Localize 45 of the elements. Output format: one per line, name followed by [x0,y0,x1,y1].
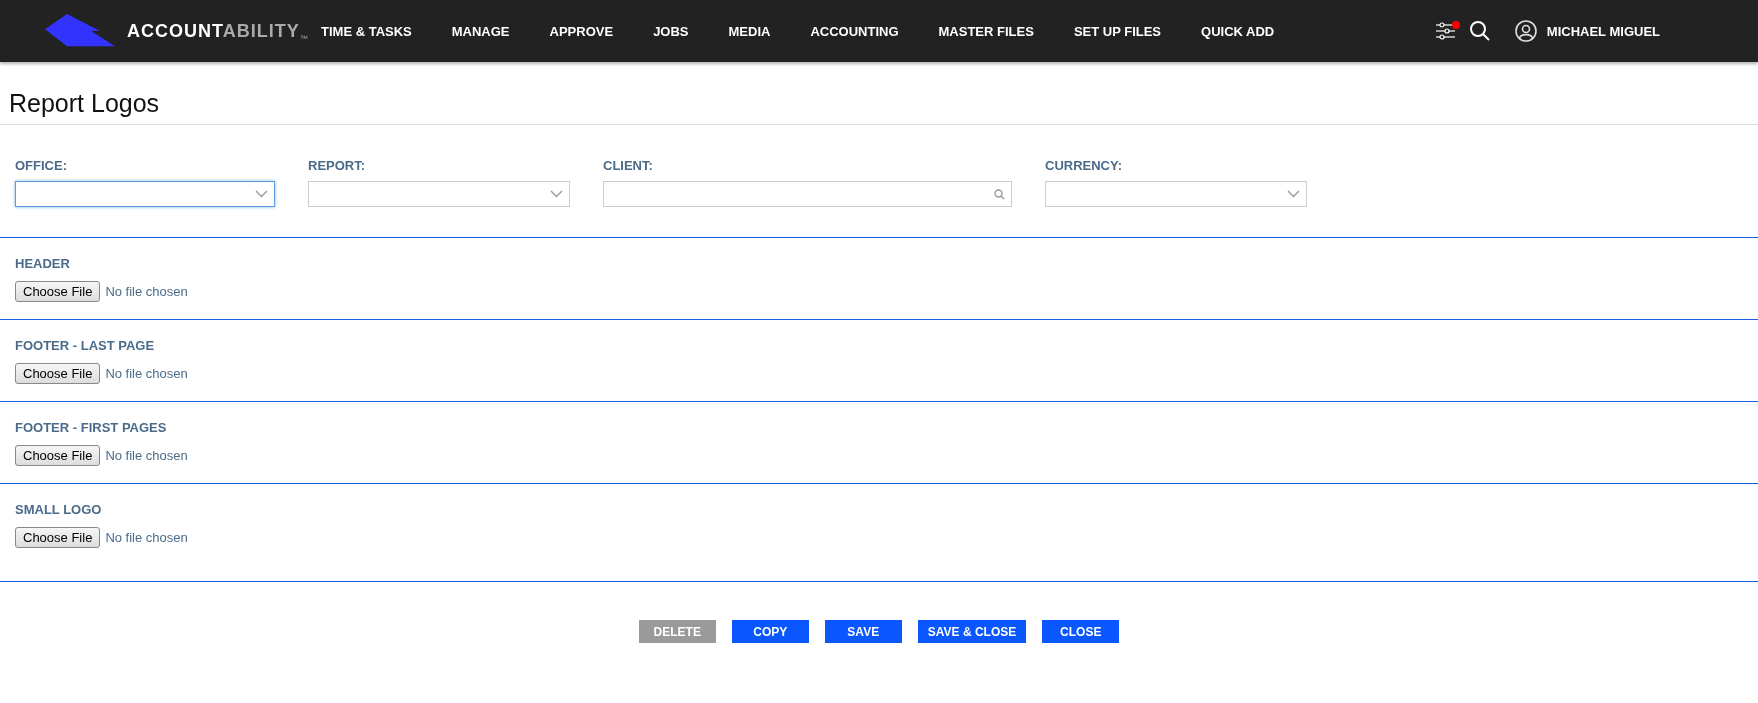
section-label: SMALL LOGO [15,502,103,517]
nav-menu-item[interactable]: MANAGE [451,23,510,39]
trademark: ™ [299,34,308,43]
file-status-text: No file chosen [105,366,188,381]
choose-file-button[interactable]: Choose File [15,445,101,466]
choose-file-button[interactable]: Choose File [15,527,101,548]
action-button[interactable]: COPY [731,620,809,643]
field-label: CLIENT: [603,158,654,173]
field-label: OFFICE: [15,158,68,173]
user-icon[interactable] [1514,20,1537,42]
file-status-text: No file chosen [105,448,188,463]
page-title: Report Logos [0,62,1758,125]
nav-menu-item[interactable]: MEDIA [728,23,771,39]
action-button[interactable]: SAVE [824,620,902,643]
nav-menu-item[interactable]: QUICK ADD [1201,23,1275,39]
nav-menu-item[interactable]: SET UP FILES [1073,23,1162,39]
logo-icon [45,14,115,48]
choose-file-button[interactable]: Choose File [15,363,101,384]
section-label: HEADER [15,256,71,271]
filter-sliders-icon[interactable] [1434,21,1457,41]
search-icon[interactable] [1468,20,1491,42]
nav-menu-item[interactable]: ACCOUNTING [810,23,899,39]
action-button[interactable]: CLOSE [1042,620,1120,643]
section-label: FOOTER - FIRST PAGES [15,420,168,435]
file-status-text: No file chosen [105,284,188,299]
field-label: CURRENCY: [1045,158,1124,173]
section-label: FOOTER - LAST PAGE [15,338,156,353]
action-button[interactable]: SAVE & CLOSE [917,620,1027,643]
chevron-down-icon [550,190,563,198]
choose-file-button[interactable]: Choose File [15,281,101,302]
dropdown-field[interactable] [15,181,275,207]
file-status-text: No file chosen [105,530,188,545]
search-field[interactable] [603,181,1012,207]
chevron-down-icon [1287,190,1300,198]
dropdown-field[interactable] [308,181,570,207]
user-name[interactable]: MICHAEL MIGUEL [1546,23,1660,39]
logo-wordmark: ACCOUNTABILITY [127,20,300,42]
nav-menu-item[interactable]: JOBS [653,23,689,39]
field-label: REPORT: [308,158,367,173]
search-icon [994,188,1005,200]
dropdown-field[interactable] [1045,181,1307,207]
chevron-down-icon [255,190,268,198]
nav-menu-item[interactable]: MASTER FILES [938,23,1034,39]
nav-menu-item[interactable]: APPROVE [549,23,614,39]
nav-menu-item[interactable]: TIME & TASKS [321,23,412,39]
